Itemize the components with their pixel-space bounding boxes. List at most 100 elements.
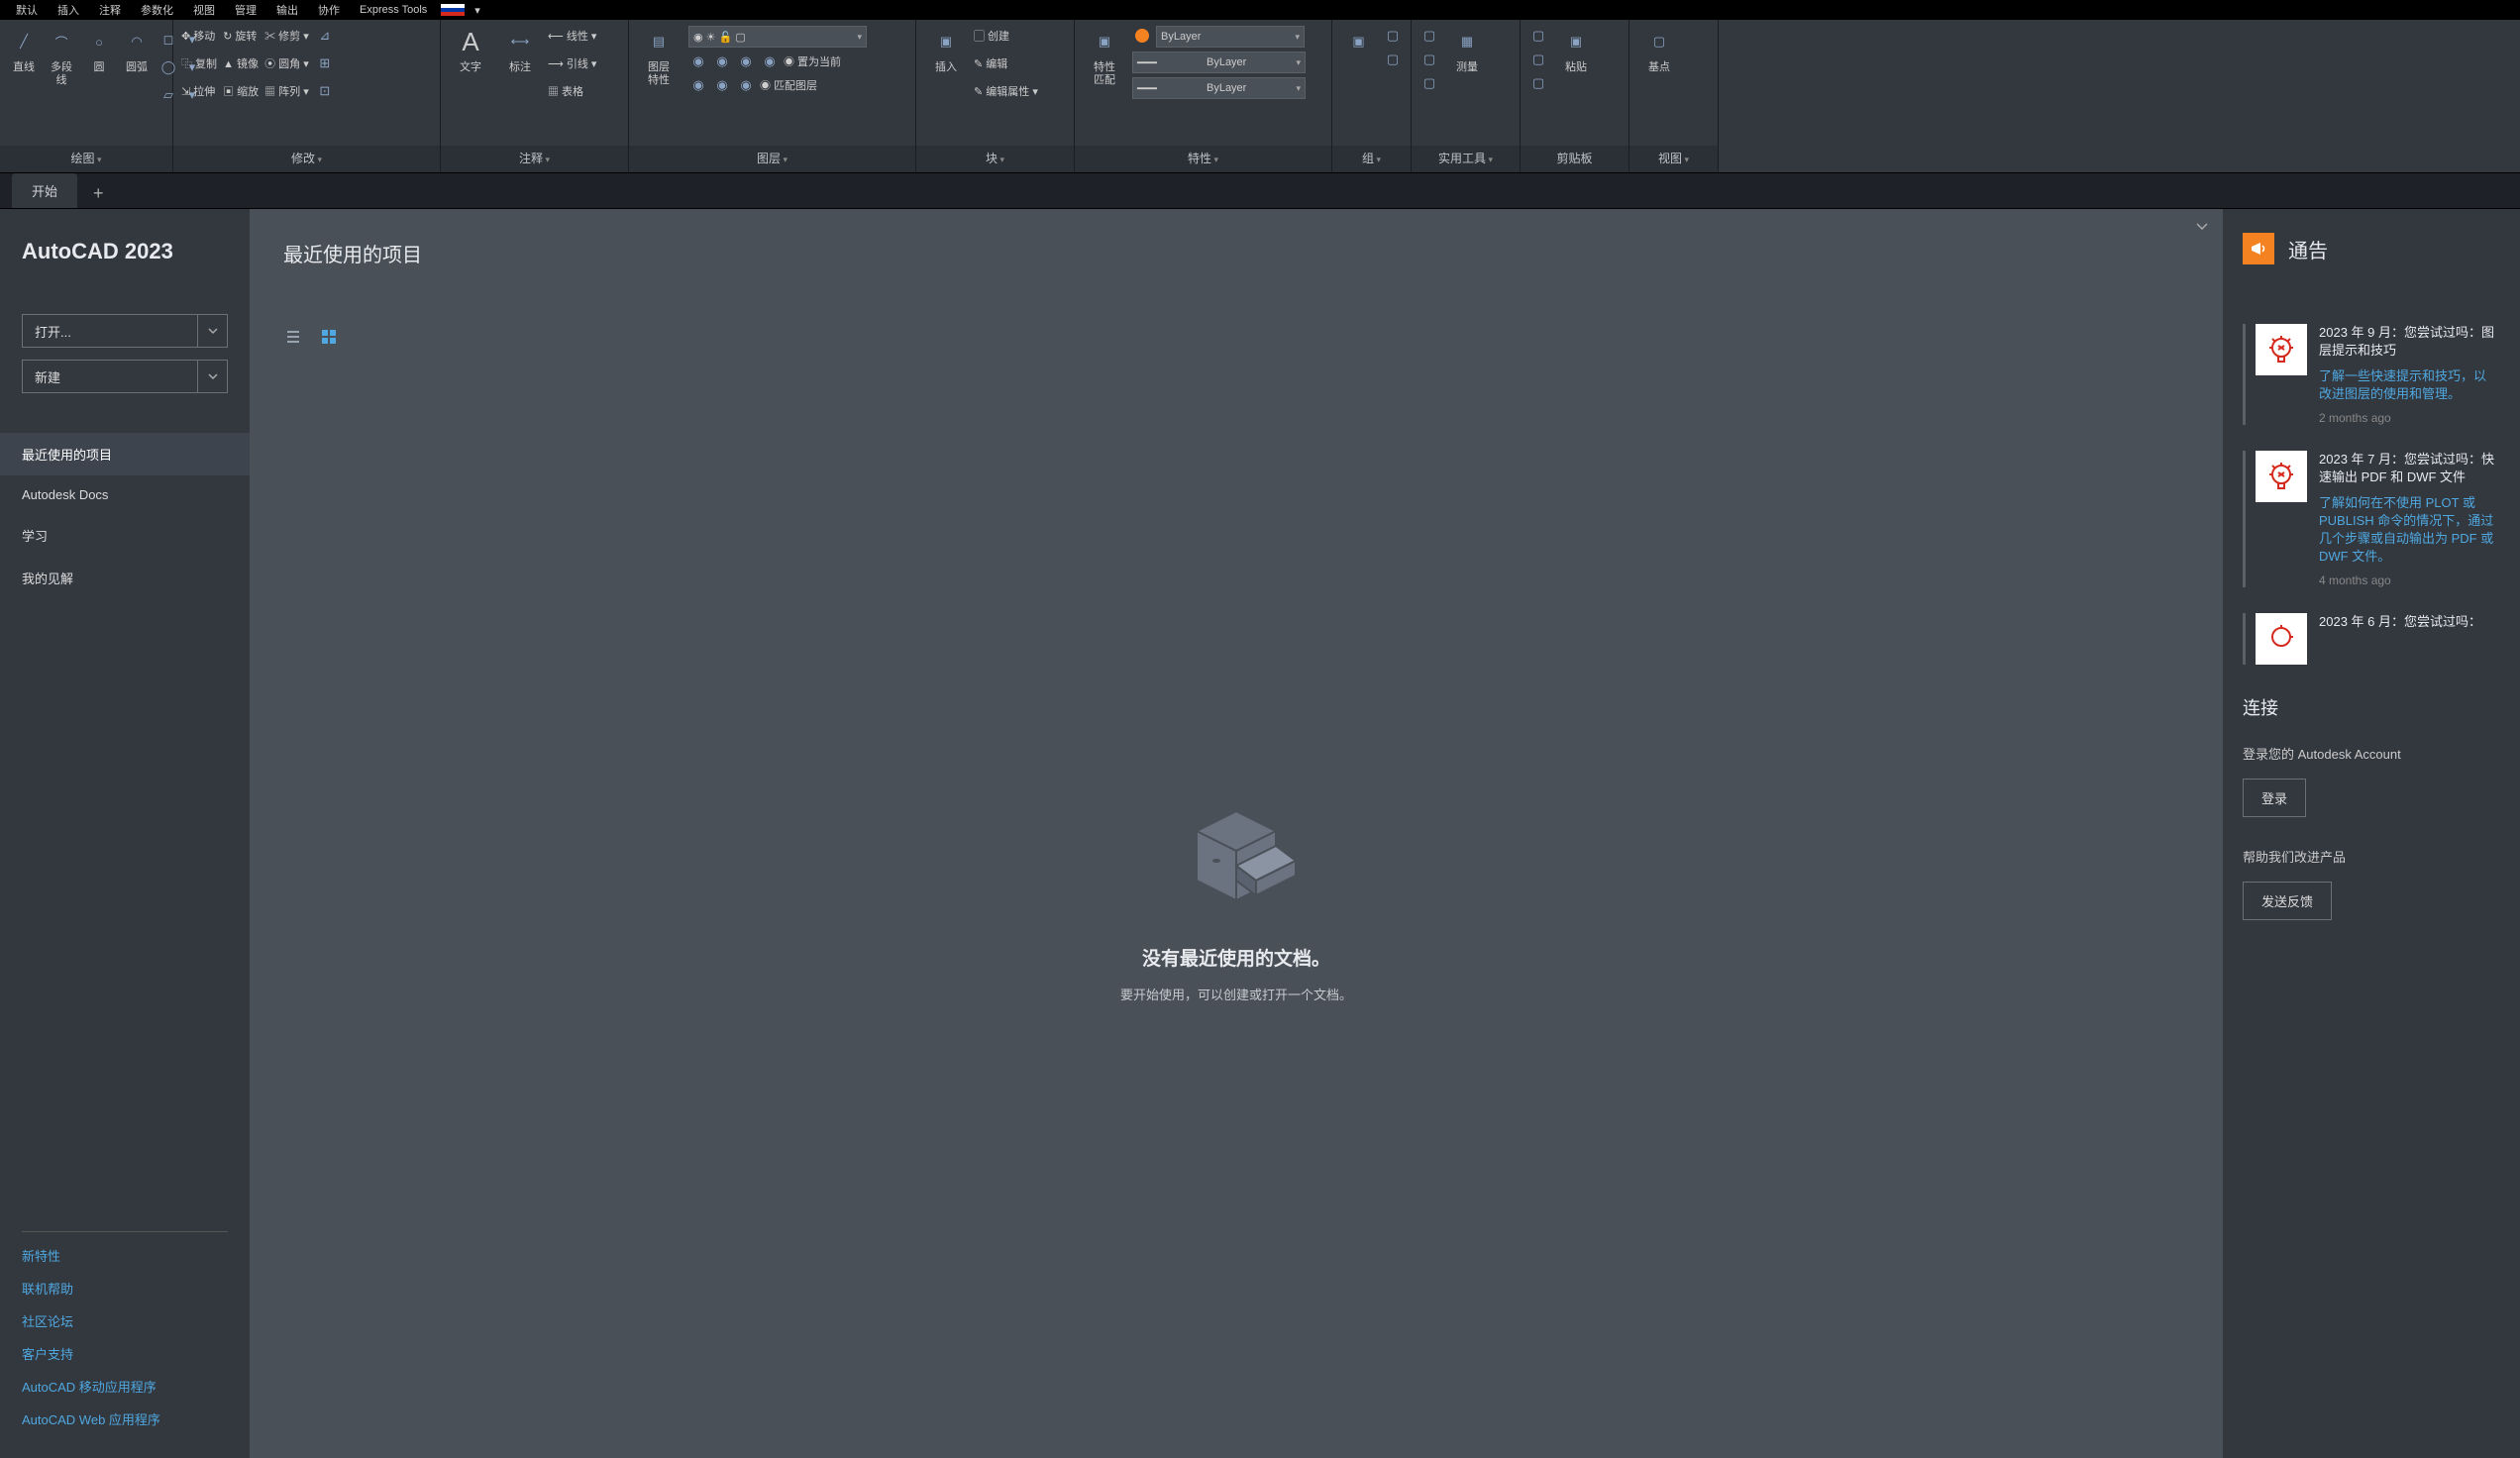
link-web[interactable]: AutoCAD Web 应用程序: [22, 1409, 228, 1428]
color-combo[interactable]: ByLayer: [1156, 26, 1305, 48]
collapse-panel-icon[interactable]: [2195, 219, 2209, 236]
menu-item[interactable]: 管理: [225, 0, 266, 20]
insert-block-tool[interactable]: ▣插入: [924, 26, 968, 74]
link-forums[interactable]: 社区论坛: [22, 1311, 228, 1330]
circle-tool[interactable]: ○圆: [83, 26, 115, 74]
menu-item[interactable]: 参数化: [131, 0, 183, 20]
basepoint-tool[interactable]: ▢基点: [1637, 26, 1681, 74]
announcement-desc[interactable]: 了解如何在不使用 PLOT 或 PUBLISH 命令的情况下，通过几个步骤或自动…: [2319, 494, 2496, 566]
layer-icon[interactable]: ◉: [688, 52, 708, 71]
announcement-item[interactable]: 2023 年 9 月：您尝试过吗：图层提示和技巧 了解一些快速提示和技巧，以改进…: [2243, 324, 2496, 425]
menu-overflow[interactable]: ▾: [465, 2, 490, 19]
dimension-tool[interactable]: ⟷标注: [498, 26, 542, 74]
paste-tool[interactable]: ▣粘贴: [1554, 26, 1598, 74]
panel-title[interactable]: 实用工具: [1438, 152, 1493, 165]
util-icon[interactable]: ▢: [1419, 26, 1439, 46]
menu-item[interactable]: 默认: [6, 0, 48, 20]
menu-item[interactable]: 协作: [308, 0, 350, 20]
arc-tool[interactable]: ◠圆弧: [121, 26, 153, 74]
modify-mini-icon[interactable]: ⊿: [315, 26, 335, 46]
panel-title[interactable]: 特性: [1188, 152, 1218, 165]
menu-item[interactable]: 插入: [48, 0, 89, 20]
edit-block[interactable]: ✎ 编辑: [974, 53, 1038, 73]
link-support[interactable]: 客户支持: [22, 1344, 228, 1363]
group-mini-icon[interactable]: ▢: [1383, 26, 1403, 46]
announcement-item[interactable]: 2023 年 7 月：您尝试过吗：快速输出 PDF 和 DWF 文件 了解如何在…: [2243, 451, 2496, 587]
new-tab-button[interactable]: +: [81, 179, 116, 208]
layer-icon[interactable]: ◉: [736, 75, 756, 95]
table-tool[interactable]: ▦ 表格: [548, 81, 596, 101]
lineweight-combo[interactable]: ━━━ ByLayer: [1132, 52, 1306, 73]
line-tool[interactable]: ╱直线: [8, 26, 40, 74]
panel-title[interactable]: 剪贴板: [1556, 152, 1592, 165]
panel-title[interactable]: 注释: [519, 152, 550, 165]
link-onlinehelp[interactable]: 联机帮助: [22, 1279, 228, 1298]
announcement-desc[interactable]: 了解一些快速提示和技巧，以改进图层的使用和管理。: [2319, 367, 2496, 403]
copy-tool[interactable]: ⿻ 复制: [181, 53, 217, 73]
group-tool[interactable]: ▣: [1340, 26, 1377, 61]
feedback-button[interactable]: 发送反馈: [2243, 882, 2332, 920]
open-button-dropdown[interactable]: [198, 314, 228, 348]
panel-title[interactable]: 组: [1362, 152, 1381, 165]
new-button[interactable]: 新建: [22, 360, 228, 393]
announcement-item[interactable]: 2023 年 6 月：您尝试过吗：: [2243, 613, 2496, 665]
sidebar-item-learn[interactable]: 学习: [0, 514, 250, 557]
sidebar-item-insights[interactable]: 我的见解: [0, 557, 250, 599]
measure-tool[interactable]: ▦测量: [1445, 26, 1489, 74]
menu-item[interactable]: 注释: [89, 0, 131, 20]
linear-tool[interactable]: ⟵ 线性 ▾: [548, 26, 596, 46]
stretch-tool[interactable]: ⇲ 拉伸: [181, 81, 217, 101]
panel-title[interactable]: 视图: [1658, 152, 1689, 165]
clip-icon[interactable]: ▢: [1528, 73, 1548, 93]
layer-combo[interactable]: ◉ ☀ 🔓 ▢: [688, 26, 867, 48]
tab-start[interactable]: 开始: [12, 173, 77, 208]
util-icon[interactable]: ▢: [1419, 50, 1439, 69]
match-properties-tool[interactable]: ▣特性 匹配: [1083, 26, 1126, 87]
polyline-tool[interactable]: ⌒多段线: [46, 26, 77, 87]
move-tool[interactable]: ✥ 移动: [181, 26, 217, 46]
menu-item[interactable]: Express Tools: [350, 2, 437, 18]
panel-title[interactable]: 块: [986, 152, 1004, 165]
new-button-dropdown[interactable]: [198, 360, 228, 393]
clip-icon[interactable]: ▢: [1528, 26, 1548, 46]
grid-view-icon[interactable]: [319, 327, 339, 347]
sidebar-item-recent[interactable]: 最近使用的项目: [0, 433, 250, 475]
clip-icon[interactable]: ▢: [1528, 50, 1548, 69]
layer-icon[interactable]: ◉: [736, 52, 756, 71]
open-button-main[interactable]: 打开...: [22, 314, 198, 348]
set-current-layer[interactable]: ◉ 置为当前: [784, 52, 841, 71]
rotate-tool[interactable]: ↻ 旋转: [223, 26, 259, 46]
create-block[interactable]: ▢ 创建: [974, 26, 1038, 46]
list-view-icon[interactable]: [283, 327, 303, 347]
link-whatsnew[interactable]: 新特性: [22, 1246, 228, 1265]
trim-tool[interactable]: ✂ 修剪 ▾: [264, 26, 309, 46]
layer-icon[interactable]: ◉: [712, 52, 732, 71]
leader-tool[interactable]: ⟶ 引线 ▾: [548, 53, 596, 73]
menu-item[interactable]: 输出: [266, 0, 308, 20]
util-icon[interactable]: ▢: [1419, 73, 1439, 93]
match-layer[interactable]: ◉ 匹配图层: [760, 75, 817, 95]
panel-title[interactable]: 绘图: [70, 152, 101, 165]
edit-attributes[interactable]: ✎ 编辑属性 ▾: [974, 81, 1038, 101]
scale-tool[interactable]: ▣ 缩放: [223, 81, 259, 101]
open-button[interactable]: 打开...: [22, 314, 228, 348]
mirror-tool[interactable]: ▲ 镜像: [223, 53, 259, 73]
fillet-tool[interactable]: ⦿ 圆角 ▾: [264, 53, 309, 73]
language-flag-icon[interactable]: [441, 4, 465, 16]
modify-mini-icon[interactable]: ⊞: [315, 53, 335, 73]
panel-title[interactable]: 图层: [757, 152, 788, 165]
modify-mini-icon[interactable]: ⊡: [315, 81, 335, 101]
layer-properties-tool[interactable]: ▤图层 特性: [637, 26, 681, 95]
text-tool[interactable]: A文字: [449, 26, 492, 74]
group-mini-icon[interactable]: ▢: [1383, 50, 1403, 69]
layer-icon[interactable]: ◉: [712, 75, 732, 95]
panel-title[interactable]: 修改: [291, 152, 322, 165]
layer-icon[interactable]: ◉: [688, 75, 708, 95]
sidebar-item-docs[interactable]: Autodesk Docs: [0, 475, 250, 514]
menu-item[interactable]: 视图: [183, 0, 225, 20]
link-mobile[interactable]: AutoCAD 移动应用程序: [22, 1377, 228, 1396]
color-wheel-icon[interactable]: [1132, 26, 1152, 46]
login-button[interactable]: 登录: [2243, 779, 2306, 817]
layer-icon[interactable]: ◉: [760, 52, 780, 71]
linetype-combo[interactable]: ━━━ ByLayer: [1132, 77, 1306, 99]
